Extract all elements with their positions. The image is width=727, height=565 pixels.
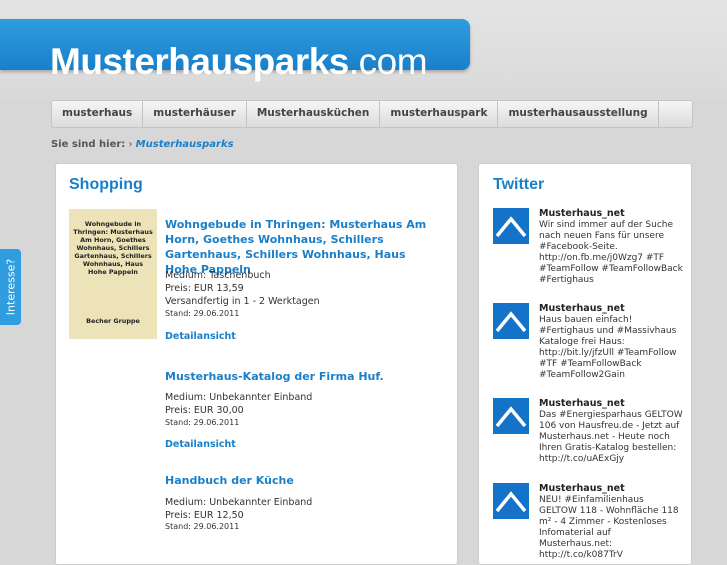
house-avatar-icon[interactable] xyxy=(493,303,529,339)
product-stand-3: Stand: 29.06.2011 xyxy=(165,522,240,531)
tweet-text: Wir sind immer auf der Suche nach neuen … xyxy=(539,220,683,285)
tweet-user[interactable]: Musterhaus_net xyxy=(539,303,625,314)
product-shipping-1: Versandfertig in 1 - 2 Werktagen xyxy=(165,296,320,307)
nav-item-musterhaus[interactable]: musterhaus xyxy=(52,101,144,127)
breadcrumb-separator: › xyxy=(128,139,133,150)
interest-tab-label: Interesse? xyxy=(4,258,17,316)
twitter-panel: Twitter Musterhaus_net Wir sind immer au… xyxy=(478,163,692,565)
shopping-panel: Shopping Wohngebude in Thringen: Musterh… xyxy=(55,163,458,565)
interest-side-tab[interactable]: Interesse? xyxy=(0,249,21,325)
tweet-text: Das #Energiesparhaus GELTOW 106 von Haus… xyxy=(539,410,683,464)
product-detail-link-2[interactable]: Detailansicht xyxy=(165,439,236,450)
logo-bar[interactable]: Musterhausparks.com xyxy=(0,19,470,82)
book-cover-publisher: Becher Gruppe xyxy=(86,317,140,325)
tweet-user[interactable]: Musterhaus_net xyxy=(539,398,625,409)
house-avatar-icon[interactable] xyxy=(493,483,529,519)
book-cover-title: Wohngebude in Thringen: Musterhaus Am Ho… xyxy=(73,220,153,276)
nav-item-musterhaeuser[interactable]: musterhäuser xyxy=(143,101,247,127)
product-title-2[interactable]: Musterhaus-Katalog der Firma Huf. xyxy=(165,369,384,384)
nav-item-musterhauspark[interactable]: musterhauspark xyxy=(380,101,499,127)
product-medium-2: Medium: Unbekannter Einband xyxy=(165,392,313,403)
product-price-2: Preis: EUR 30,00 xyxy=(165,405,244,416)
twitter-title: Twitter xyxy=(493,176,545,193)
product-medium-1: Medium: Taschenbuch xyxy=(165,270,271,281)
product-medium-3: Medium: Unbekannter Einband xyxy=(165,497,313,508)
nav-item-musterhausausstellung[interactable]: musterhausausstellung xyxy=(498,101,659,127)
breadcrumb-current[interactable]: Musterhausparks xyxy=(136,139,234,150)
tweet-text: Haus bauen einfach! #Fertighaus und #Mas… xyxy=(539,315,677,380)
product-detail-link-1[interactable]: Detailansicht xyxy=(165,331,236,342)
nav-item-musterhauskuechen[interactable]: Musterhausküchen xyxy=(247,101,381,127)
breadcrumb: Sie sind hier: › Musterhausparks xyxy=(51,139,234,150)
tweet-text: NEU! #Einfamilienhaus GELTOW 118 - Wohnf… xyxy=(539,495,679,560)
product-price-1: Preis: EUR 13,59 xyxy=(165,283,244,294)
house-avatar-icon[interactable] xyxy=(493,208,529,244)
breadcrumb-label: Sie sind hier: xyxy=(51,139,126,150)
book-cover-image[interactable]: Wohngebude in Thringen: Musterhaus Am Ho… xyxy=(69,209,157,339)
main-nav: musterhaus musterhäuser Musterhausküchen… xyxy=(51,100,693,128)
house-avatar-icon[interactable] xyxy=(493,398,529,434)
product-title-3[interactable]: Handbuch der Küche xyxy=(165,473,294,488)
shopping-title: Shopping xyxy=(69,176,143,193)
product-stand-1: Stand: 29.06.2011 xyxy=(165,309,240,318)
tweet-user[interactable]: Musterhaus_net xyxy=(539,208,625,219)
product-title-1[interactable]: Wohngebude in Thringen: Musterhaus Am Ho… xyxy=(165,217,435,277)
tweet-user[interactable]: Musterhaus_net xyxy=(539,483,625,494)
product-price-3: Preis: EUR 12,50 xyxy=(165,510,244,521)
site-logo[interactable]: Musterhausparks.com xyxy=(50,41,428,83)
product-stand-2: Stand: 29.06.2011 xyxy=(165,418,240,427)
